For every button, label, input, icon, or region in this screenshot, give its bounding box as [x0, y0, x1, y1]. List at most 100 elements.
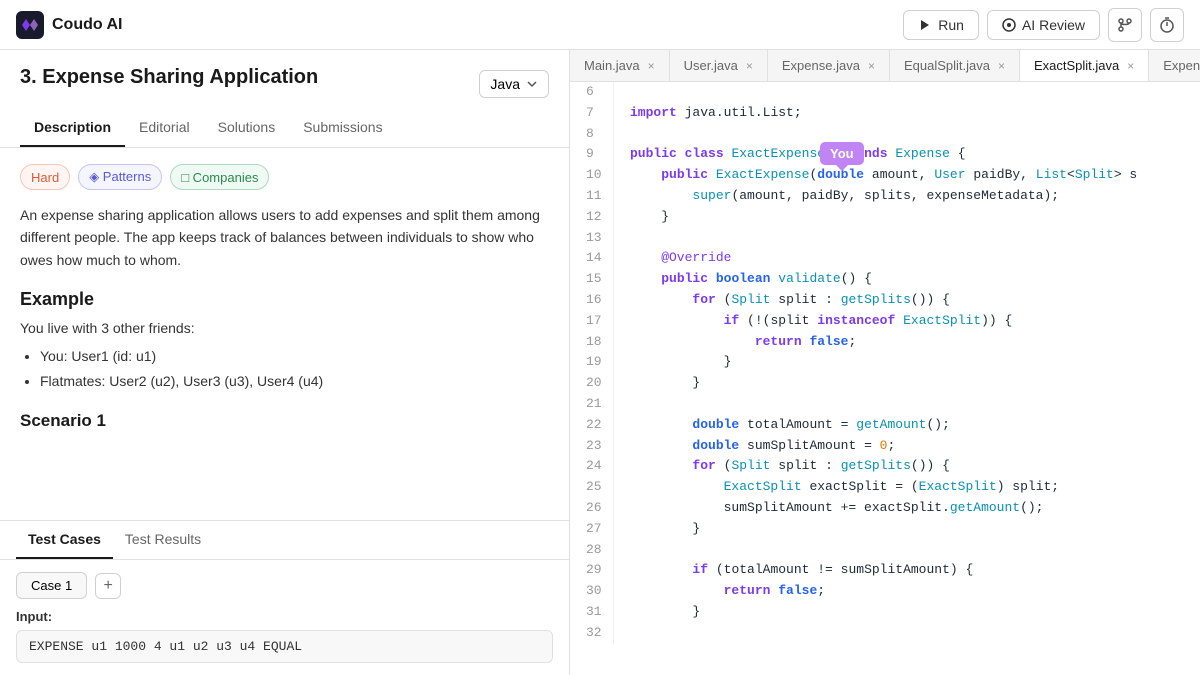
close-icon[interactable]: × — [998, 59, 1005, 73]
main-layout: 3. Expense Sharing Application Java Desc… — [0, 50, 1200, 675]
code-line — [630, 124, 1184, 145]
example-heading: Example — [20, 289, 549, 310]
code-line: for (Split split : getSplits()) { — [630, 456, 1184, 477]
logo-icon — [16, 11, 44, 39]
close-icon[interactable]: × — [746, 59, 753, 73]
close-icon[interactable]: × — [1127, 59, 1134, 73]
top-bar: Coudo AI Run AI Review — [0, 0, 1200, 50]
code-line — [630, 228, 1184, 249]
test-body: Case 1 + Input: EXPENSE u1 1000 4 u1 u2 … — [0, 560, 569, 675]
code-line: return false; — [630, 332, 1184, 353]
example-intro: You live with 3 other friends: — [20, 320, 549, 336]
code-line: } — [630, 373, 1184, 394]
file-tab-expensemeta[interactable]: ExpenseMetadata.ja… — [1149, 50, 1200, 81]
input-value: EXPENSE u1 1000 4 u1 u2 u3 u4 EQUAL — [16, 630, 553, 663]
line-numbers: 6 7 8 9 10 11 12 13 14 15 16 17 18 19 20… — [570, 82, 614, 644]
file-tab-user[interactable]: User.java × — [670, 50, 768, 81]
code-line: if (totalAmount != sumSplitAmount) { — [630, 560, 1184, 581]
close-icon[interactable]: × — [648, 59, 655, 73]
code-line: public class ExactExpense extends Expens… — [630, 144, 1184, 165]
run-button[interactable]: Run — [903, 10, 979, 40]
code-line — [630, 623, 1184, 644]
branch-button[interactable] — [1108, 8, 1142, 42]
example-list: You: User1 (id: u1) Flatmates: User2 (u2… — [40, 344, 549, 394]
tag-companies[interactable]: □ Companies — [170, 164, 269, 190]
tab-editorial[interactable]: Editorial — [125, 109, 204, 147]
code-line: public ExactExpense(double amount, User … — [630, 165, 1184, 186]
code-editor: 6 7 8 9 10 11 12 13 14 15 16 17 18 19 20… — [570, 82, 1200, 644]
timer-button[interactable] — [1150, 8, 1184, 42]
input-label: Input: — [16, 609, 553, 624]
code-line: super(amount, paidBy, splits, expenseMet… — [630, 186, 1184, 207]
code-line: } — [630, 519, 1184, 540]
code-line: ExactSplit exactSplit = (ExactSplit) spl… — [630, 477, 1184, 498]
code-line: double totalAmount = getAmount(); — [630, 415, 1184, 436]
code-line: import java.util.List; — [630, 103, 1184, 124]
file-tab-equalsplit[interactable]: EqualSplit.java × — [890, 50, 1020, 81]
test-tab-cases[interactable]: Test Cases — [16, 521, 113, 559]
file-tab-expense[interactable]: Expense.java × — [768, 50, 890, 81]
file-tabs: Main.java × User.java × Expense.java × E… — [570, 50, 1200, 82]
test-tabs: Test Cases Test Results — [0, 521, 569, 560]
test-tab-results[interactable]: Test Results — [113, 521, 213, 559]
problem-title: 3. Expense Sharing Application — [20, 66, 318, 89]
language-selector[interactable]: Java — [479, 70, 549, 98]
tab-submissions[interactable]: Submissions — [289, 109, 396, 147]
file-tab-label: Expense.java — [782, 58, 860, 73]
play-icon — [918, 18, 932, 32]
file-tab-label: Main.java — [584, 58, 640, 73]
problem-header-row: 3. Expense Sharing Application Java — [0, 50, 569, 101]
file-tab-label: ExpenseMetadata.ja… — [1163, 58, 1200, 73]
code-line: } — [630, 352, 1184, 373]
language-value: Java — [490, 76, 520, 92]
tag-list: Hard ◈ Patterns □ Companies — [20, 164, 549, 190]
code-line: sumSplitAmount += exactSplit.getAmount()… — [630, 498, 1184, 519]
file-tab-exactsplit[interactable]: ExactSplit.java × — [1020, 50, 1149, 81]
file-tab-label: ExactSplit.java — [1034, 58, 1119, 73]
file-tab-label: User.java — [684, 58, 738, 73]
you-popup: You — [820, 142, 864, 165]
run-label: Run — [938, 17, 964, 33]
branch-icon — [1117, 17, 1133, 33]
code-line — [630, 394, 1184, 415]
list-item: Flatmates: User2 (u2), User3 (u3), User4… — [40, 369, 549, 394]
ai-icon — [1002, 18, 1016, 32]
file-tab-main[interactable]: Main.java × — [570, 50, 670, 81]
tab-description[interactable]: Description — [20, 109, 125, 147]
tag-hard[interactable]: Hard — [20, 164, 70, 190]
test-panel: Test Cases Test Results Case 1 + Input: … — [0, 520, 569, 675]
code-line: double sumSplitAmount = 0; — [630, 436, 1184, 457]
problem-description: An expense sharing application allows us… — [20, 204, 549, 271]
code-line — [630, 82, 1184, 103]
add-case-button[interactable]: + — [95, 573, 121, 599]
code-line: } — [630, 207, 1184, 228]
case-1-button[interactable]: Case 1 — [16, 572, 87, 599]
code-line: if (!(split instanceof ExactSplit)) { — [630, 311, 1184, 332]
problem-body: Hard ◈ Patterns □ Companies An expense s… — [0, 148, 569, 520]
code-line: public boolean validate() { — [630, 269, 1184, 290]
ai-review-label: AI Review — [1022, 17, 1085, 33]
tag-patterns[interactable]: ◈ Patterns — [78, 164, 162, 190]
right-panel: Main.java × User.java × Expense.java × E… — [570, 50, 1200, 675]
top-actions: Run AI Review — [903, 8, 1184, 42]
tab-solutions[interactable]: Solutions — [204, 109, 290, 147]
problem-tabs: Description Editorial Solutions Submissi… — [0, 109, 569, 148]
code-line: } — [630, 602, 1184, 623]
code-line — [630, 540, 1184, 561]
logo-area: Coudo AI — [16, 11, 123, 39]
ai-review-button[interactable]: AI Review — [987, 10, 1100, 40]
code-line: @Override — [630, 248, 1184, 269]
close-icon[interactable]: × — [868, 59, 875, 73]
timer-icon — [1159, 17, 1175, 33]
code-area[interactable]: 6 7 8 9 10 11 12 13 14 15 16 17 18 19 20… — [570, 82, 1200, 675]
case-row: Case 1 + — [16, 572, 553, 599]
code-line: return false; — [630, 581, 1184, 602]
code-lines: import java.util.List; public class Exac… — [614, 82, 1200, 644]
left-panel: 3. Expense Sharing Application Java Desc… — [0, 50, 570, 675]
scenario-heading: Scenario 1 — [20, 411, 549, 431]
list-item: You: User1 (id: u1) — [40, 344, 549, 369]
file-tab-label: EqualSplit.java — [904, 58, 990, 73]
app-logo-text: Coudo AI — [52, 16, 123, 34]
chevron-down-icon — [526, 78, 538, 90]
code-line: for (Split split : getSplits()) { — [630, 290, 1184, 311]
